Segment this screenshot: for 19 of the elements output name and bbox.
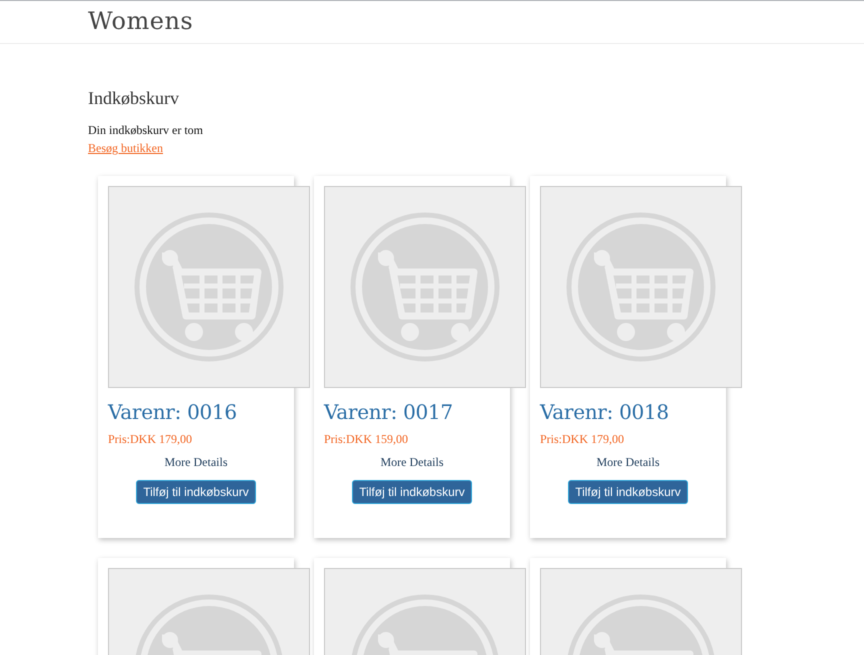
product-name: Varenr: 0017 — [324, 400, 454, 424]
cart-icon — [566, 212, 716, 362]
site-title: Womens — [88, 7, 194, 35]
add-to-cart-button[interactable]: Tilføj til indkøbskurv — [352, 480, 472, 504]
product-name: Varenr: 0016 — [108, 400, 238, 424]
product-price: Pris:DKK 179,00 — [108, 432, 194, 447]
cart-icon — [134, 212, 284, 362]
more-details-link[interactable]: More Details — [380, 455, 444, 470]
more-details-link[interactable]: More Details — [164, 455, 228, 470]
product-price: Pris:DKK 179,00 — [540, 432, 626, 447]
product-price: Pris:DKK 159,00 — [324, 432, 410, 447]
product-name: Varenr: 0018 — [540, 400, 670, 424]
page-heading: Indkøbskurv — [88, 88, 180, 109]
empty-cart-message: Din indkøbskurv er tom — [88, 123, 204, 137]
cart-icon — [350, 212, 500, 362]
add-to-cart-button[interactable]: Tilføj til indkøbskurv — [136, 480, 256, 504]
shop-link[interactable]: Besøg butikken — [88, 141, 163, 155]
more-details-link[interactable]: More Details — [596, 455, 660, 470]
add-to-cart-button[interactable]: Tilføj til indkøbskurv — [568, 480, 688, 504]
